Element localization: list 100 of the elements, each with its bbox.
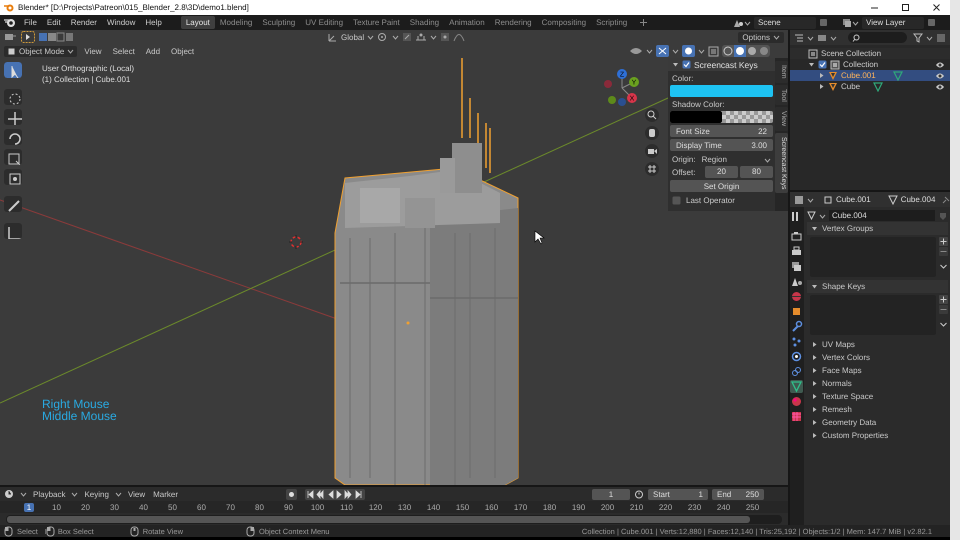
- square-icon[interactable]: [790, 305, 803, 318]
- tree-item[interactable]: Collection: [843, 60, 878, 69]
- color-swatch[interactable]: [670, 111, 773, 123]
- particles-icon[interactable]: [790, 335, 803, 348]
- panel-header[interactable]: Texture Space: [822, 392, 874, 401]
- collection-icon[interactable]: [808, 48, 818, 58]
- panel-header[interactable]: UV Maps: [822, 340, 855, 349]
- disclosure-triangle-icon[interactable]: [808, 61, 815, 68]
- link-icon[interactable]: [790, 365, 803, 378]
- camera-icon[interactable]: [645, 144, 659, 158]
- end-frame-field[interactable]: End 250: [712, 488, 764, 500]
- hand-icon[interactable]: [645, 126, 659, 140]
- chevron-down-icon[interactable]: [939, 262, 948, 271]
- eye-icon[interactable]: [935, 72, 945, 80]
- menu-item[interactable]: Keying: [82, 490, 111, 498]
- axis-gizmo[interactable]: [604, 69, 639, 106]
- workspace-tab[interactable]: Modeling: [214, 16, 258, 29]
- chevron-down-icon[interactable]: [939, 320, 948, 329]
- clock-editor-icon[interactable]: [4, 489, 16, 499]
- menu-item[interactable]: Select: [108, 46, 139, 56]
- workspace-tab[interactable]: Texture Paint: [348, 16, 405, 29]
- menu-item[interactable]: View: [126, 490, 148, 498]
- set-origin-button[interactable]: Set Origin: [670, 180, 773, 192]
- disclosure-triangle-icon[interactable]: [811, 432, 818, 439]
- menu-item[interactable]: Edit: [42, 18, 66, 27]
- disclosure-triangle-icon[interactable]: [811, 341, 818, 348]
- plus-icon[interactable]: [639, 18, 648, 27]
- falloff-icon[interactable]: [453, 32, 466, 42]
- panel-header[interactable]: Remesh: [822, 405, 852, 414]
- tree-item[interactable]: Cube.001: [841, 71, 876, 80]
- add-icon[interactable]: [939, 295, 948, 304]
- pin-icon[interactable]: [941, 194, 952, 204]
- measure-tool-icon[interactable]: [4, 223, 22, 239]
- disclosure-triangle-icon[interactable]: [672, 61, 679, 68]
- scrollbar-thumb[interactable]: [7, 516, 750, 523]
- scale-tool-icon[interactable]: [4, 149, 22, 165]
- editor-type-icon[interactable]: [4, 32, 17, 42]
- checker-icon[interactable]: [790, 410, 803, 423]
- proportional-edit-icon[interactable]: [440, 32, 450, 42]
- new-scene-icon[interactable]: [819, 18, 828, 27]
- triangle-icon[interactable]: [828, 82, 838, 92]
- disclosure-triangle-icon[interactable]: [811, 380, 818, 387]
- overlay-toggle-icon[interactable]: [682, 45, 695, 57]
- workspace-tab[interactable]: Layout: [180, 16, 215, 29]
- sphere-icon[interactable]: [790, 395, 803, 408]
- add-icon[interactable]: [939, 237, 948, 246]
- disclosure-triangle-icon[interactable]: [818, 72, 825, 79]
- panel-header[interactable]: Geometry Data: [822, 418, 876, 427]
- checkbox[interactable]: [682, 60, 691, 69]
- workspace-tab[interactable]: UV Editing: [300, 16, 348, 29]
- workspace-tab[interactable]: Compositing: [536, 16, 592, 29]
- disclosure-triangle-icon[interactable]: [811, 367, 818, 374]
- triangle-icon[interactable]: [828, 70, 838, 80]
- current-frame-field[interactable]: 1: [592, 488, 630, 500]
- grid-icon[interactable]: [645, 162, 659, 176]
- editor-type-icon[interactable]: [794, 194, 804, 204]
- filter-view-icon[interactable]: [817, 32, 827, 42]
- triangle-icon[interactable]: [807, 211, 816, 220]
- eye-icon[interactable]: [935, 60, 945, 68]
- select-tool-icon[interactable]: [4, 62, 22, 78]
- disclosure-triangle-icon[interactable]: [818, 83, 825, 90]
- menu-item[interactable]: Render: [66, 18, 102, 27]
- new-view-layer-icon[interactable]: [927, 18, 936, 27]
- disclosure-triangle-icon[interactable]: [811, 354, 818, 361]
- color-swatch[interactable]: [670, 85, 773, 97]
- rotate-tool-icon[interactable]: [4, 129, 22, 145]
- collection-icon[interactable]: [830, 60, 840, 70]
- printer-icon[interactable]: [790, 245, 803, 258]
- gizmo-toggle-icon[interactable]: [656, 45, 669, 57]
- zoom-icon[interactable]: [645, 108, 659, 122]
- disclosure-triangle-icon[interactable]: [811, 393, 818, 400]
- menu-item[interactable]: View: [80, 46, 106, 56]
- menu-item[interactable]: Add: [142, 46, 164, 56]
- panel-header[interactable]: Vertex Colors: [822, 353, 870, 362]
- panel-header[interactable]: Normals: [822, 379, 852, 388]
- close-icon[interactable]: [932, 3, 941, 12]
- disclosure-triangle-icon[interactable]: [811, 283, 818, 290]
- select-box-tool-icon[interactable]: [21, 31, 35, 43]
- workspace-tab[interactable]: Rendering: [490, 16, 537, 29]
- transform-orientation-dropdown[interactable]: Global: [341, 32, 364, 42]
- tree-item[interactable]: Cube: [841, 82, 860, 91]
- font-size-field[interactable]: Font Size 22: [670, 125, 773, 137]
- transform-tool-icon[interactable]: [4, 169, 22, 185]
- display-time-field[interactable]: Display Time 3.00: [670, 139, 773, 151]
- display-mode-icon[interactable]: [794, 32, 804, 42]
- snap-target-icon[interactable]: [415, 32, 428, 42]
- checkbox[interactable]: [818, 60, 827, 69]
- visibility-icon[interactable]: [629, 46, 643, 56]
- orbit-icon[interactable]: [790, 350, 803, 363]
- mesh-data-icon[interactable]: [892, 70, 903, 80]
- panel-header[interactable]: Face Maps: [822, 366, 862, 375]
- stopwatch-icon[interactable]: [634, 489, 644, 499]
- workspace-tab[interactable]: Scripting: [591, 16, 632, 29]
- remove-icon[interactable]: [939, 305, 948, 314]
- menu-item[interactable]: Help: [140, 18, 167, 27]
- search-field[interactable]: [848, 32, 907, 43]
- disclosure-triangle-icon[interactable]: [811, 225, 818, 232]
- move-tool-icon[interactable]: [4, 109, 22, 125]
- wrench-icon[interactable]: [790, 320, 803, 333]
- record-icon[interactable]: [286, 488, 298, 500]
